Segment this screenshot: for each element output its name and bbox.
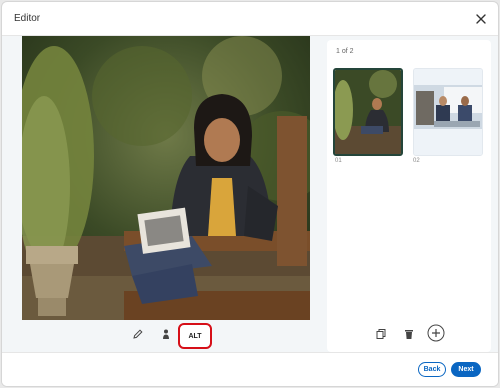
- thumbnail-2[interactable]: [413, 68, 483, 156]
- pencil-icon: [133, 329, 143, 339]
- dialog-header: Editor: [2, 2, 498, 36]
- next-button[interactable]: Next: [451, 362, 481, 377]
- plus-icon: [427, 324, 445, 342]
- delete-button[interactable]: [403, 328, 415, 340]
- close-button[interactable]: [474, 12, 488, 26]
- thumbnail-image: [335, 70, 401, 154]
- alt-text-button[interactable]: ALT: [178, 323, 212, 349]
- thumbnail-number: 02: [413, 158, 420, 164]
- thumbnail-image: [414, 69, 482, 155]
- image-toolbar: ALT: [22, 320, 310, 354]
- editor-body: ALT 1 of 2 01 02: [2, 36, 498, 354]
- thumbnail-panel: 1 of 2 01 02: [327, 40, 491, 352]
- thumbnail-1[interactable]: [333, 68, 403, 156]
- back-button[interactable]: Back: [418, 362, 446, 377]
- dialog-title: Editor: [14, 13, 41, 24]
- duplicate-button[interactable]: [375, 328, 387, 340]
- copy-icon: [376, 329, 386, 339]
- add-image-button[interactable]: [427, 324, 445, 342]
- close-icon: [476, 14, 486, 24]
- tag-person-button[interactable]: [160, 328, 172, 340]
- edit-button[interactable]: [132, 328, 144, 340]
- thumbnail-number: 01: [335, 158, 342, 164]
- dialog-footer: Back Next: [2, 352, 498, 386]
- trash-icon: [405, 330, 413, 339]
- editor-dialog: Editor ALT 1 of 2 01 02 Back Next: [1, 1, 499, 387]
- image-preview-area: ALT: [22, 36, 310, 354]
- person-icon: [163, 329, 169, 339]
- image-counter: 1 of 2: [336, 48, 354, 55]
- image-preview: [22, 36, 310, 320]
